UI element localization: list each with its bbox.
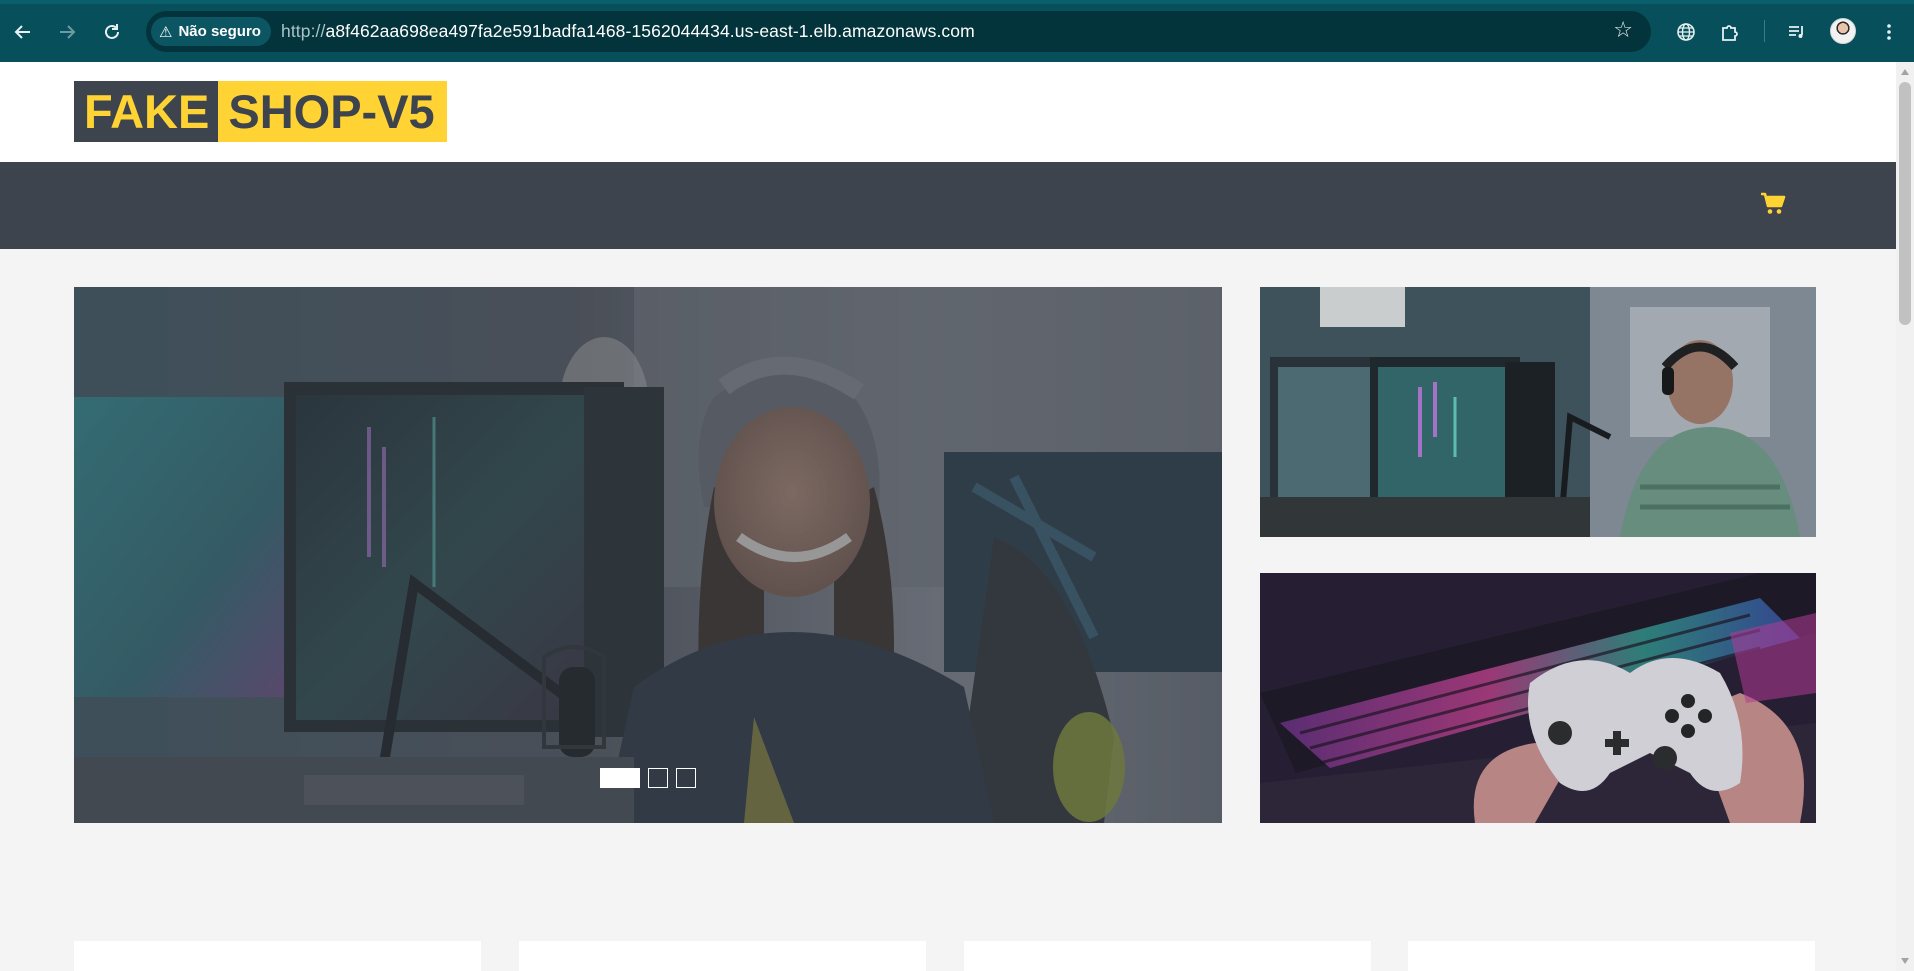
toolbar-separator	[1764, 20, 1765, 42]
feature-card-4	[1408, 941, 1815, 971]
feature-card-1	[74, 941, 481, 971]
reload-button[interactable]	[98, 18, 126, 46]
forward-button[interactable]	[53, 18, 81, 46]
side-banner-2[interactable]	[1260, 573, 1816, 823]
page-viewport: FAKE SHOP-V5	[0, 62, 1896, 971]
feature-card-2	[519, 941, 926, 971]
url-text[interactable]: http://a8f462aa698ea497fa2e591badfa1468-…	[281, 21, 975, 42]
main-navbar	[0, 162, 1896, 249]
hero-overlay	[74, 287, 1222, 823]
media-control-icon[interactable]	[1783, 18, 1811, 46]
security-indicator[interactable]: ⚠ Não seguro	[151, 17, 271, 46]
side-banner-1[interactable]	[1260, 287, 1816, 537]
site-header: FAKE SHOP-V5	[0, 62, 1896, 162]
menu-dots-icon[interactable]	[1875, 18, 1903, 46]
logo-part-2: SHOP-V5	[218, 81, 447, 142]
profile-avatar[interactable]	[1830, 18, 1856, 44]
carousel-indicator-1[interactable]	[600, 768, 640, 788]
scroll-down-arrow-icon[interactable]	[1901, 958, 1909, 964]
side-banner-2-image	[1260, 573, 1816, 823]
browser-toolbar: ⚠ Não seguro http://a8f462aa698ea497fa2e…	[0, 0, 1914, 62]
reload-icon	[105, 24, 119, 39]
security-label: Não seguro	[178, 23, 261, 40]
logo-part-1: FAKE	[74, 81, 219, 142]
scrollbar-thumb[interactable]	[1899, 82, 1911, 325]
arrow-right-icon	[60, 25, 76, 39]
shopping-cart-icon[interactable]	[1760, 192, 1786, 216]
url-host: a8f462aa698ea497fa2e591badfa1468-1562044…	[325, 21, 975, 41]
carousel-indicator-3[interactable]	[676, 768, 696, 788]
carousel-indicators	[600, 768, 696, 788]
warning-icon: ⚠	[159, 22, 173, 41]
feature-card-3	[964, 941, 1371, 971]
site-logo[interactable]: FAKE SHOP-V5	[74, 81, 447, 142]
tab-strip-edge	[0, 0, 1914, 4]
extensions-icon[interactable]	[1716, 18, 1744, 46]
arrow-left-icon	[14, 25, 30, 39]
hero-carousel[interactable]	[74, 287, 1222, 823]
page-scrollbar[interactable]	[1896, 62, 1914, 971]
scroll-up-arrow-icon[interactable]	[1901, 69, 1909, 75]
back-button[interactable]	[9, 18, 37, 46]
star-icon[interactable]: ☆	[1613, 18, 1633, 43]
translate-icon[interactable]	[1672, 18, 1700, 46]
carousel-indicator-2[interactable]	[648, 768, 668, 788]
side-banner-1-image	[1260, 287, 1816, 537]
address-bar[interactable]: ⚠ Não seguro http://a8f462aa698ea497fa2e…	[146, 11, 1651, 52]
url-scheme: http://	[281, 21, 326, 41]
